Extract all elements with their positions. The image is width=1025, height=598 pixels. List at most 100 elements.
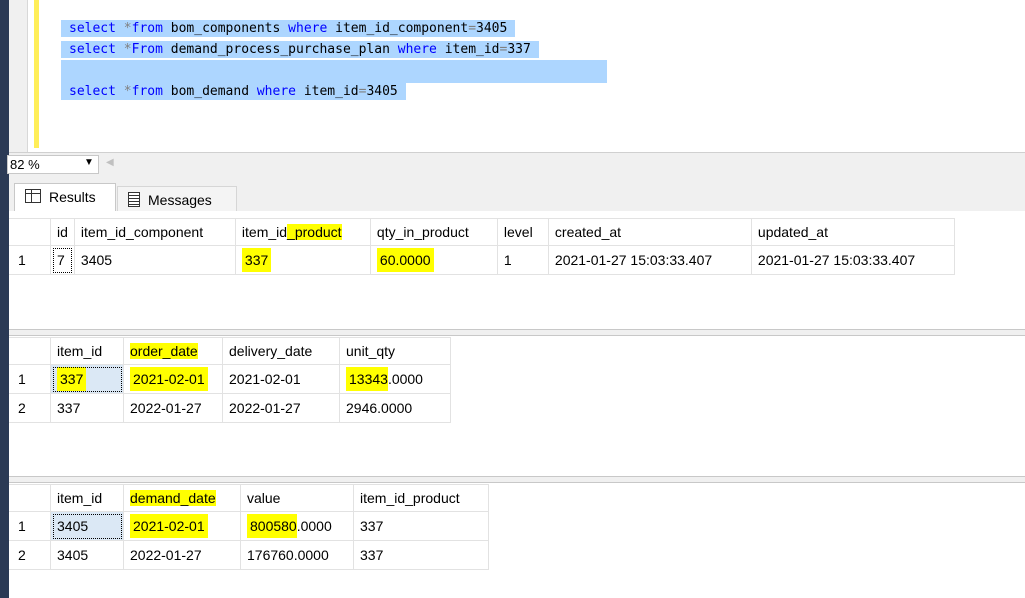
table-cell[interactable]: 337 xyxy=(50,393,124,423)
column-header[interactable]: item_id_component xyxy=(73,218,236,246)
op: * xyxy=(115,21,132,36)
kw: where xyxy=(397,42,437,57)
table-cell[interactable]: 2021-02-01 xyxy=(123,511,241,541)
table-cell[interactable]: 3405 xyxy=(50,540,124,570)
cell-highlight: 337 xyxy=(241,248,272,272)
column-header[interactable]: qty_in_product xyxy=(369,218,498,246)
literal: 3405 xyxy=(476,21,508,36)
row-number[interactable]: 2 xyxy=(9,540,51,570)
literal: 3405 xyxy=(366,84,398,99)
tab-label: Results xyxy=(49,189,96,205)
column-header[interactable]: created_at xyxy=(547,218,752,246)
code-line-blank[interactable] xyxy=(61,60,607,83)
table-cell[interactable]: 337 xyxy=(353,511,489,541)
tab-messages[interactable]: Messages xyxy=(117,186,237,211)
sql-code[interactable]: select *from bom_components where item_i… xyxy=(61,18,607,102)
grid-splitter[interactable] xyxy=(9,476,1025,483)
result-grid-1[interactable]: id item_id_component item_id_product qty… xyxy=(9,218,955,275)
table-cell[interactable]: 3405 xyxy=(73,245,236,275)
column-header[interactable]: updated_at xyxy=(750,218,955,246)
grid-header-row: item_id demand_date value item_id_produc… xyxy=(9,484,489,512)
table-row[interactable]: 2 337 2022-01-27 2022-01-27 2946.0000 xyxy=(9,393,451,423)
table-cell[interactable]: 2021-02-01 xyxy=(222,364,340,394)
column-header[interactable]: order_date xyxy=(123,337,223,365)
grid-header-row: item_id order_date delivery_date unit_qt… xyxy=(9,337,451,365)
column-header[interactable]: demand_date xyxy=(123,484,241,512)
editor-gutter xyxy=(9,0,28,152)
cell-highlight: 13343 xyxy=(346,367,388,391)
column-header[interactable]: delivery_date xyxy=(222,337,340,365)
cell-highlight: 60.0000 xyxy=(376,248,434,272)
table-name: demand_process_purchase_plan xyxy=(162,42,398,57)
code-line-1[interactable]: select *from bom_components where item_i… xyxy=(61,18,607,39)
row-number[interactable]: 2 xyxy=(9,393,51,423)
table-name: bom_components xyxy=(162,21,289,36)
column-header[interactable]: item_id xyxy=(50,484,124,512)
kw: from xyxy=(131,84,163,99)
column-header[interactable]: item_id xyxy=(50,337,124,365)
scroll-left-icon[interactable]: ◀ xyxy=(106,157,114,168)
cell-highlight: 337 xyxy=(57,367,87,391)
row-number[interactable]: 1 xyxy=(9,511,51,541)
column-header[interactable]: level xyxy=(496,218,549,246)
table-cell[interactable]: 800580.0000 xyxy=(240,511,354,541)
table-cell[interactable]: 337 xyxy=(234,245,371,275)
code-line-2[interactable]: select *From demand_process_purchase_pla… xyxy=(61,39,607,60)
table-cell[interactable]: 337 xyxy=(353,540,489,570)
table-cell[interactable]: 2021-01-27 15:03:33.407 xyxy=(547,245,752,275)
table-name: bom_demand xyxy=(162,84,257,99)
table-cell[interactable]: 2021-01-27 15:03:33.407 xyxy=(750,245,955,275)
header-highlight: demand_date xyxy=(130,490,216,506)
query-editor[interactable]: select *from bom_components where item_i… xyxy=(9,0,1025,152)
op: * xyxy=(115,42,132,57)
table-cell[interactable]: 60.0000 xyxy=(369,245,498,275)
op: * xyxy=(115,84,132,99)
table-cell[interactable]: 1 xyxy=(496,245,549,275)
zoom-select[interactable]: 82 % ▼ xyxy=(7,155,99,174)
window-edge xyxy=(0,0,9,598)
table-row[interactable]: 1 7 3405 337 60.0000 1 2021-01-27 15:03:… xyxy=(9,245,955,275)
results-tabs: Results Messages xyxy=(9,175,1025,211)
corner-cell[interactable] xyxy=(9,218,51,246)
row-number[interactable]: 1 xyxy=(9,364,51,394)
table-row[interactable]: 2 3405 2022-01-27 176760.0000 337 xyxy=(9,540,489,570)
result-grid-3[interactable]: item_id demand_date value item_id_produc… xyxy=(9,484,489,570)
chevron-down-icon[interactable]: ▼ xyxy=(84,157,94,168)
table-row[interactable]: 1 3405 2021-02-01 800580.0000 337 xyxy=(9,511,489,541)
table-cell[interactable]: 337 xyxy=(50,364,124,394)
table-cell[interactable]: 2022-01-27 xyxy=(123,393,223,423)
column-header[interactable]: item_id_product xyxy=(353,484,489,512)
column-header[interactable]: unit_qty xyxy=(339,337,451,365)
cell-text: .0000 xyxy=(387,371,423,387)
code-line-3[interactable]: select *from bom_demand where item_id=34… xyxy=(61,81,607,102)
table-cell[interactable]: 176760.0000 xyxy=(240,540,354,570)
tab-results[interactable]: Results xyxy=(14,183,116,211)
messages-icon xyxy=(128,192,140,207)
column-header[interactable]: value xyxy=(240,484,354,512)
row-number[interactable]: 1 xyxy=(9,245,51,275)
table-cell[interactable]: 7 xyxy=(50,245,75,275)
table-cell[interactable]: 2021-02-01 xyxy=(123,364,223,394)
header-highlight: _product xyxy=(287,224,342,240)
corner-cell[interactable] xyxy=(9,337,51,365)
column-header[interactable]: id xyxy=(50,218,75,246)
change-marker xyxy=(34,0,39,148)
kw: select xyxy=(69,21,116,36)
corner-cell[interactable] xyxy=(9,484,51,512)
table-row[interactable]: 1 337 2021-02-01 2021-02-01 13343.0000 xyxy=(9,364,451,394)
tab-label: Messages xyxy=(148,192,212,208)
grid-splitter[interactable] xyxy=(9,329,1025,336)
table-cell[interactable]: 3405 xyxy=(50,511,124,541)
cell-highlight: 800580 xyxy=(247,514,297,538)
table-cell[interactable]: 2022-01-27 xyxy=(222,393,340,423)
column-name: item_id xyxy=(296,84,359,99)
cell-highlight: 2021-02-01 xyxy=(130,367,208,391)
result-grid-2[interactable]: item_id order_date delivery_date unit_qt… xyxy=(9,337,451,423)
table-cell[interactable]: 2022-01-27 xyxy=(123,540,241,570)
grid-icon xyxy=(25,189,41,203)
table-cell[interactable]: 2946.0000 xyxy=(339,393,451,423)
column-header[interactable]: item_id_product xyxy=(234,218,371,246)
table-cell[interactable]: 13343.0000 xyxy=(339,364,451,394)
results-pane: id item_id_component item_id_product qty… xyxy=(9,211,1025,598)
kw: where xyxy=(288,21,328,36)
